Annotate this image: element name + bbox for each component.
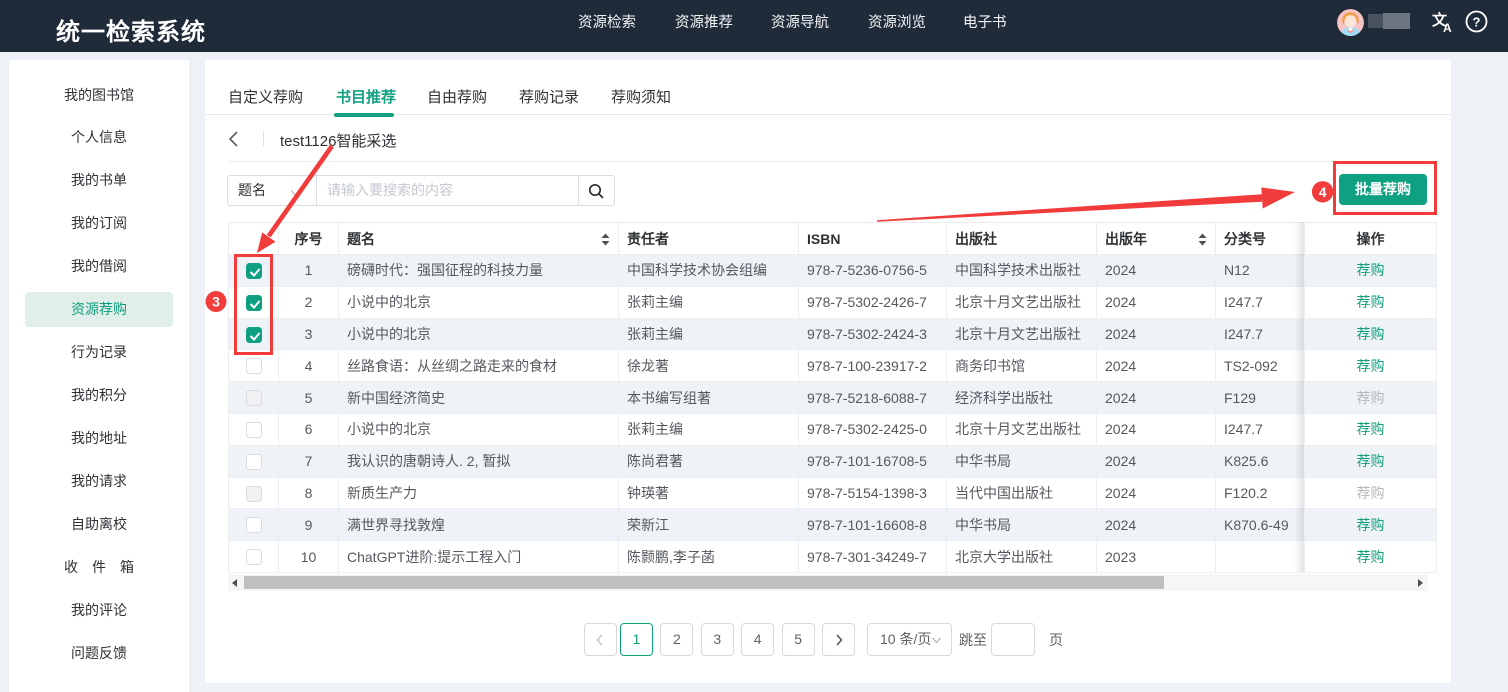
svg-text:A: A	[1443, 21, 1452, 33]
svg-text:?: ?	[1473, 15, 1481, 30]
